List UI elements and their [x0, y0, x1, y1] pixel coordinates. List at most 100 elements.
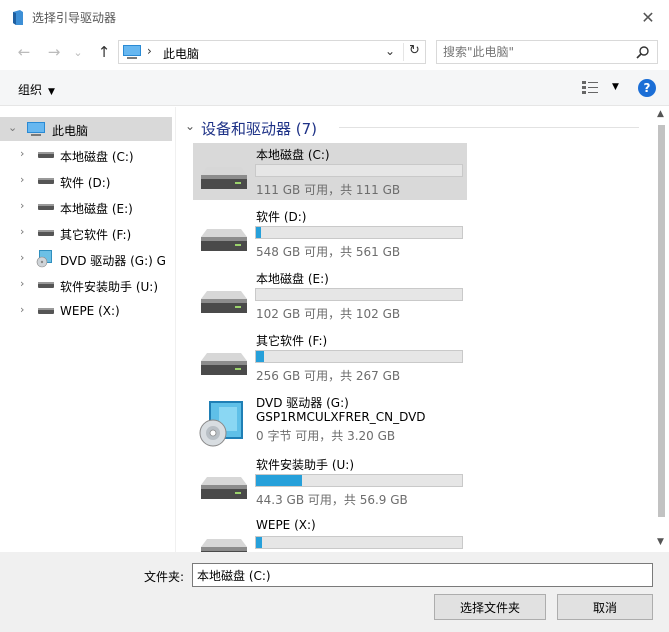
arrow-left-icon: ← — [17, 43, 31, 61]
drive-free-space: 548 GB 可用，共 561 GB — [256, 245, 401, 259]
drive-icon — [38, 230, 54, 236]
drive-free-space: 111 GB 可用，共 111 GB — [256, 183, 401, 197]
drive-icon — [38, 178, 54, 184]
app-icon — [13, 10, 23, 25]
hard-drive-icon — [201, 539, 247, 552]
capacity-bar — [255, 164, 463, 177]
tree-item-drive-d[interactable]: › 软件 (D:) — [0, 169, 175, 193]
dvd-drive-icon — [199, 401, 243, 447]
search-input[interactable] — [443, 44, 623, 60]
group-header-devices[interactable]: ⌄ 设备和驱动器 (7) — [185, 117, 645, 138]
address-dropdown-icon[interactable]: ⌄ — [385, 44, 395, 58]
window-title: 选择引导驱动器 — [32, 11, 117, 25]
chevron-right-icon[interactable]: › — [20, 225, 24, 238]
arrow-up-icon: ↑ — [97, 43, 111, 61]
drive-free-space: 0 字节 可用，共 3.20 GB — [256, 429, 396, 443]
chevron-right-icon[interactable]: › — [20, 173, 24, 186]
drive-tile-c[interactable]: 本地磁盘 (C:) 111 GB 可用，共 111 GB — [193, 143, 467, 200]
tree-item-dvd-g[interactable]: › DVD 驱动器 (G:) G — [0, 247, 175, 271]
drive-name: 软件安装助手 (U:) — [256, 458, 355, 472]
command-bar: 组织 ▼ ▼ ? — [0, 70, 669, 106]
breadcrumb-this-pc[interactable]: 此电脑 — [163, 45, 199, 62]
cancel-button[interactable]: 取消 — [557, 594, 653, 620]
tree-item-label: 本地磁盘 (C:) — [60, 150, 134, 164]
computer-icon — [27, 122, 45, 136]
arrow-right-icon: → — [47, 43, 61, 61]
dialog-footer: 文件夹: 选择文件夹 取消 — [0, 552, 669, 632]
refresh-icon[interactable]: ↻ — [403, 43, 420, 61]
scrollbar-thumb[interactable] — [658, 125, 665, 517]
forward-button[interactable]: → — [44, 42, 64, 62]
view-dropdown-icon[interactable]: ▼ — [612, 82, 619, 92]
search-box[interactable] — [436, 40, 658, 64]
hard-drive-icon — [201, 477, 247, 499]
tree-item-label: 软件安装助手 (U:) — [60, 280, 159, 294]
drive-tile-u[interactable]: 软件安装助手 (U:) 44.3 GB 可用，共 56.9 GB — [193, 453, 467, 510]
tree-item-drive-u[interactable]: › 软件安装助手 (U:) — [0, 273, 175, 297]
tree-item-this-pc[interactable]: ⌄ 此电脑 — [0, 117, 172, 141]
tree-item-label: WEPE (X:) — [60, 304, 120, 318]
drive-icon — [38, 152, 54, 158]
group-title: 设备和驱动器 (7) — [201, 120, 318, 138]
recent-locations-button[interactable]: ⌄ — [72, 42, 84, 62]
close-button[interactable]: ✕ — [635, 4, 661, 30]
chevron-right-icon[interactable]: › — [20, 147, 24, 160]
dvd-icon — [36, 250, 52, 268]
capacity-bar — [255, 288, 463, 301]
capacity-bar-fill — [256, 227, 261, 238]
folder-input[interactable] — [192, 563, 653, 587]
drive-tile-x[interactable]: WEPE (X:) — [193, 515, 467, 552]
help-icon[interactable]: ? — [638, 79, 656, 97]
tree-item-label: 其它软件 (F:) — [60, 228, 132, 242]
tree-item-label: 此电脑 — [52, 124, 89, 138]
drive-icon — [38, 308, 54, 314]
drive-free-space: 102 GB 可用，共 102 GB — [256, 307, 401, 321]
hard-drive-icon — [201, 353, 247, 375]
drive-tile-d[interactable]: 软件 (D:) 548 GB 可用，共 561 GB — [193, 205, 467, 262]
scroll-up-icon[interactable]: ▲ — [657, 109, 664, 119]
chevron-right-icon[interactable]: › — [20, 251, 24, 264]
drive-name: 其它软件 (F:) — [256, 334, 328, 348]
tree-item-drive-x[interactable]: › WEPE (X:) — [0, 299, 175, 323]
vertical-scrollbar[interactable]: ▲ ▼ — [653, 107, 669, 552]
organize-label: 组织 — [18, 83, 43, 97]
search-icon[interactable] — [636, 46, 649, 59]
organize-menu[interactable]: 组织 ▼ — [18, 81, 55, 98]
chevron-right-icon[interactable]: › — [20, 303, 24, 316]
capacity-bar — [255, 474, 463, 487]
chevron-down-icon[interactable]: ⌄ — [8, 121, 17, 134]
chevron-down-icon[interactable]: ⌄ — [185, 119, 195, 133]
tree-item-label: 本地磁盘 (E:) — [60, 202, 133, 216]
content-pane: ⌄ 设备和驱动器 (7) 本地磁盘 (C:) 111 GB 可用，共 111 G… — [177, 107, 653, 552]
drive-name: 本地磁盘 (C:) — [256, 148, 330, 162]
view-options-icon[interactable] — [582, 81, 598, 95]
tree-item-drive-f[interactable]: › 其它软件 (F:) — [0, 221, 175, 245]
capacity-bar — [255, 536, 463, 549]
scroll-down-icon[interactable]: ▼ — [657, 537, 664, 547]
drive-tile-f[interactable]: 其它软件 (F:) 256 GB 可用，共 267 GB — [193, 329, 467, 386]
drive-name: WEPE (X:) — [256, 518, 316, 532]
chevron-right-icon[interactable]: › — [20, 199, 24, 212]
drive-name: 软件 (D:) — [256, 210, 307, 224]
select-folder-button[interactable]: 选择文件夹 — [434, 594, 546, 620]
tree-item-drive-e[interactable]: › 本地磁盘 (E:) — [0, 195, 175, 219]
chevron-right-icon[interactable]: › — [20, 277, 24, 290]
capacity-bar — [255, 226, 463, 239]
capacity-bar — [255, 350, 463, 363]
computer-icon — [123, 45, 141, 59]
up-button[interactable]: ↑ — [94, 42, 114, 62]
drive-free-space: 44.3 GB 可用，共 56.9 GB — [256, 493, 408, 507]
address-bar[interactable]: › 此电脑 ⌄ ↻ — [118, 40, 426, 64]
hard-drive-icon — [201, 167, 247, 189]
caret-down-icon: ▼ — [48, 87, 55, 97]
chevron-down-icon: ⌄ — [73, 45, 83, 59]
group-divider — [339, 127, 639, 128]
back-button[interactable]: ← — [14, 42, 34, 62]
drive-tile-dvd-g[interactable]: DVD 驱动器 (G:) GSP1RMCULXFRER_CN_DVD 0 字节 … — [193, 391, 467, 448]
drive-tile-e[interactable]: 本地磁盘 (E:) 102 GB 可用，共 102 GB — [193, 267, 467, 324]
navigation-bar: ← → ⌄ ↑ › 此电脑 ⌄ ↻ — [0, 36, 669, 68]
tree-item-drive-c[interactable]: › 本地磁盘 (C:) — [0, 143, 175, 167]
folder-label: 文件夹: — [144, 570, 185, 584]
capacity-bar-fill — [256, 537, 263, 548]
drive-name: DVD 驱动器 (G:) — [256, 396, 349, 410]
